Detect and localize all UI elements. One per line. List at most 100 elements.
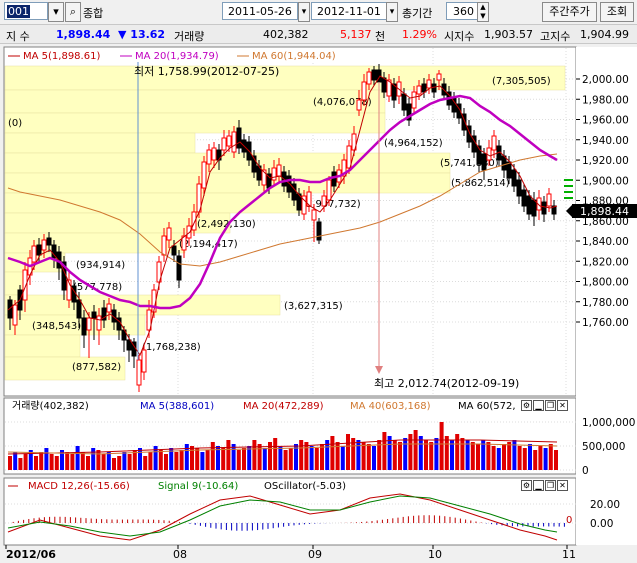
volume-bar	[210, 442, 215, 470]
x-axis-label: 09	[308, 548, 322, 561]
low-note: 최저 1,758.99(2012-07-25)	[134, 65, 279, 78]
volume-tick-label: 0	[582, 465, 589, 477]
volume-bar	[236, 450, 241, 470]
change-rate: 1.29%	[402, 28, 437, 41]
volume-bar	[158, 450, 163, 470]
start-date-picker[interactable]: ▾	[298, 2, 310, 22]
end-date-picker[interactable]: ▾	[386, 2, 398, 22]
volume-bar	[205, 450, 210, 470]
volume-bar	[226, 440, 231, 470]
volume-profile-label: (348,543)	[32, 321, 81, 332]
candle-body	[511, 169, 517, 187]
volume-bar	[278, 446, 283, 470]
volume-bar	[288, 448, 293, 470]
volume-bar	[522, 448, 527, 470]
end-date-input[interactable]: 2012-11-01	[311, 2, 387, 20]
volume-bar	[23, 454, 28, 470]
volume-bar	[195, 448, 200, 470]
candle-body	[481, 153, 487, 171]
volume-bar	[138, 448, 142, 470]
volume-bar	[127, 454, 132, 470]
candle-body	[91, 311, 97, 319]
candle-body	[426, 79, 432, 89]
volume-panel-restore-button[interactable]: ❐	[545, 400, 556, 411]
volume-bar	[283, 450, 288, 470]
volume-bar	[507, 442, 512, 470]
spinner-down-icon: ▼	[480, 12, 486, 20]
price-tick-label: 2,000.00	[582, 74, 629, 86]
candle-body	[136, 359, 142, 386]
volume-bar	[148, 452, 153, 470]
period-value: 360	[453, 5, 474, 18]
candle-body	[531, 199, 537, 217]
price-tick-label: 1,780.00	[582, 297, 629, 309]
volume-value: 402,382	[263, 28, 309, 41]
volume-bar	[320, 444, 324, 470]
code-dropdown-button[interactable]: ▾	[48, 2, 64, 22]
volume-bar	[247, 446, 252, 470]
period-spinner[interactable]: ▲ ▼	[477, 2, 489, 22]
volume-bar	[533, 450, 538, 470]
candle-body	[381, 77, 387, 93]
volume-label: 거래량	[174, 30, 205, 43]
query-button[interactable]: 조회	[600, 2, 634, 22]
volume-bar	[413, 430, 418, 470]
macd-panel-minimize-button[interactable]: ▁	[533, 480, 544, 491]
period-input[interactable]: 360	[446, 2, 478, 20]
volume-profile-label: (7,305,505)	[492, 76, 551, 87]
volume-bar	[112, 458, 116, 470]
candle-body	[516, 179, 522, 197]
volume-bar	[252, 440, 257, 470]
volume-bar	[408, 434, 413, 470]
candle-body	[271, 167, 277, 181]
volume-bar	[346, 434, 350, 470]
candle-body	[226, 135, 232, 147]
current-price-axis-label: 1,898.44	[580, 205, 629, 218]
volume-bar	[106, 452, 111, 470]
volume-legend-ma20: MA 20(472,289)	[243, 401, 324, 412]
volume-bar	[398, 442, 402, 470]
volume-bar	[554, 450, 558, 470]
x-axis-label: 2012/06	[6, 548, 56, 561]
volume-bar	[309, 446, 314, 470]
search-button[interactable]: ⌕	[65, 2, 81, 22]
candle-body	[166, 227, 172, 241]
candle-body	[206, 149, 212, 165]
volume-bar	[34, 456, 38, 470]
volume-bar	[418, 436, 423, 470]
volume-panel-minimize-button[interactable]: ▁	[533, 400, 544, 411]
volume-tick-label: 500,000	[582, 441, 625, 453]
volume-bar	[257, 444, 262, 470]
period-label: 총기간	[402, 7, 433, 20]
volume-bar	[517, 446, 522, 470]
query-label: 조회	[606, 5, 628, 18]
volume-panel-settings-button[interactable]: ⚙	[521, 400, 532, 411]
volume-bar	[429, 442, 434, 470]
high-note: 최고 2,012.74(2012-09-19)	[374, 377, 519, 390]
weekly-price-button[interactable]: 주간주가	[542, 2, 597, 22]
volume-bar	[164, 454, 168, 470]
volume-profile-label: (4,964,152)	[384, 138, 443, 149]
volume-bar	[356, 440, 361, 470]
volume-bar	[366, 444, 371, 470]
amount-unit: 천	[375, 30, 386, 43]
volume-bar	[242, 448, 246, 470]
volume-bar	[543, 448, 548, 470]
code-input[interactable]: 001	[4, 2, 48, 20]
macd-panel-settings-button[interactable]: ⚙	[521, 480, 532, 491]
price-legend-ma5: MA 5(1,898.61)	[23, 51, 100, 62]
candle-body	[506, 161, 512, 179]
volume-bar	[470, 442, 475, 470]
macd-panel-restore-button[interactable]: ❐	[545, 480, 556, 491]
macd-legend-signal: Signal 9(-10.64)	[158, 481, 238, 492]
volume-bar	[496, 448, 501, 470]
macd-panel-close-button[interactable]: ✕	[557, 480, 568, 491]
end-date-value: 2012-11-01	[317, 5, 381, 18]
start-date-input[interactable]: 2011-05-26	[222, 2, 298, 20]
volume-bar	[231, 444, 236, 470]
candle-body	[431, 83, 437, 93]
volume-bar	[262, 448, 267, 470]
volume-bar	[54, 456, 59, 470]
volume-panel-close-button[interactable]: ✕	[557, 400, 568, 411]
volume-bar	[91, 448, 96, 470]
